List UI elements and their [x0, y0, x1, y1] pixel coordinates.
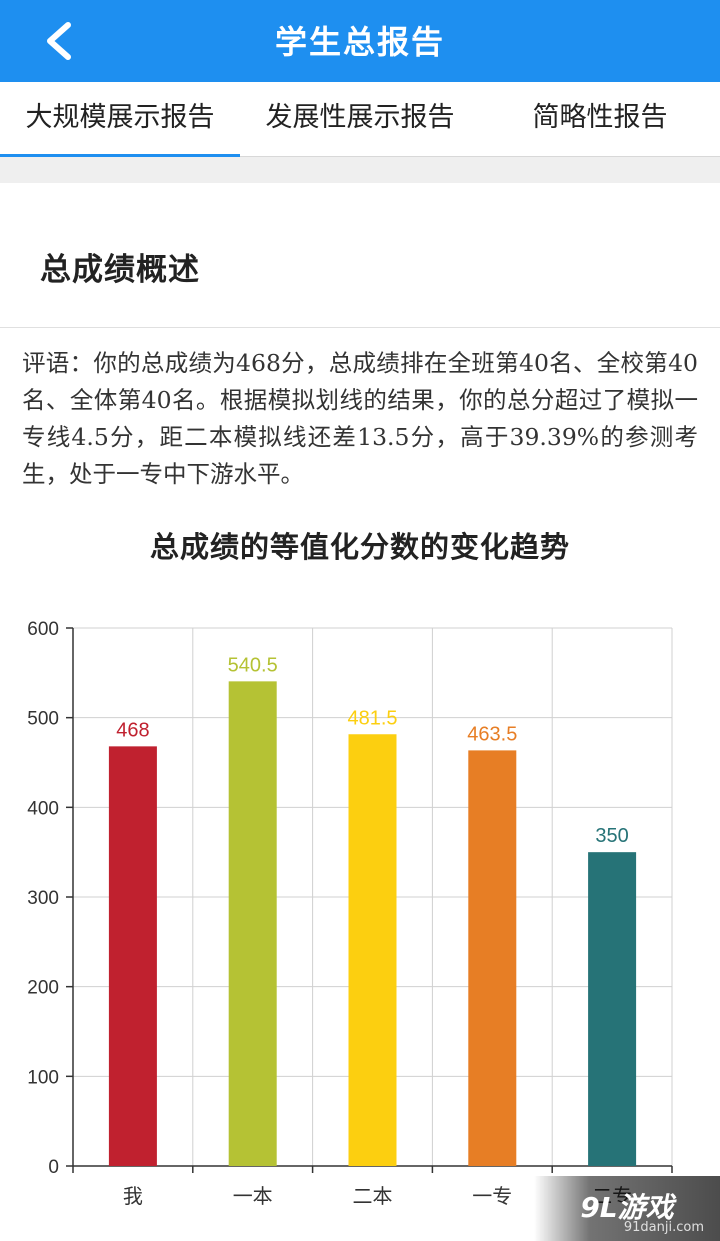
bar-value-label: 540.5	[228, 654, 278, 676]
score-comment: 评语：你的总成绩为468分，总成绩排在全班第40名、全校第40名、全体第40名。…	[22, 349, 698, 488]
bar-4	[588, 852, 637, 1166]
bar-0	[108, 746, 157, 1166]
bar-3	[468, 750, 517, 1166]
tab-brief-report[interactable]: 简略性报告	[480, 82, 720, 156]
x-tick-label: 一本	[233, 1184, 273, 1208]
page-title: 学生总报告	[274, 23, 445, 61]
bar-value-label: 481.5	[347, 707, 397, 729]
y-tick-label: 500	[27, 709, 59, 730]
divider	[0, 327, 720, 328]
bar-1	[228, 681, 277, 1166]
chart-title: 总成绩的等值化分数的变化趋势	[149, 530, 570, 564]
report-tabs: 大规模展示报告 发展性展示报告 简略性报告	[0, 82, 720, 157]
bar-value-label: 463.5	[467, 723, 517, 745]
x-tick-label: 我	[123, 1184, 143, 1208]
bar-value-label: 468	[116, 719, 149, 741]
watermark-url: 91danji.com	[623, 1220, 704, 1235]
y-tick-label: 300	[27, 888, 59, 909]
x-tick-label: 二本	[353, 1184, 393, 1208]
tab-developmental-report[interactable]: 发展性展示报告	[240, 82, 480, 156]
section-title: 总成绩概述	[40, 252, 200, 288]
y-tick-label: 100	[27, 1067, 59, 1088]
bar-value-label: 350	[595, 825, 628, 847]
x-tick-label: 一专	[472, 1184, 512, 1208]
tab-large-scale-report[interactable]: 大规模展示报告	[0, 82, 240, 157]
watermark: 9L游戏 91danji.com	[534, 1176, 720, 1241]
score-bar-chart: 0 100 200 300 400 500 600 468 我 540.5 一本 481.5 二本 463…	[27, 619, 673, 1208]
y-tick-label: 600	[27, 619, 59, 640]
bar-2	[348, 734, 397, 1166]
y-tick-label: 0	[48, 1157, 59, 1178]
app-header: 学生总报告	[0, 0, 720, 82]
y-tick-label: 400	[27, 798, 59, 819]
section-gap	[0, 157, 720, 183]
y-tick-label: 200	[27, 978, 59, 999]
